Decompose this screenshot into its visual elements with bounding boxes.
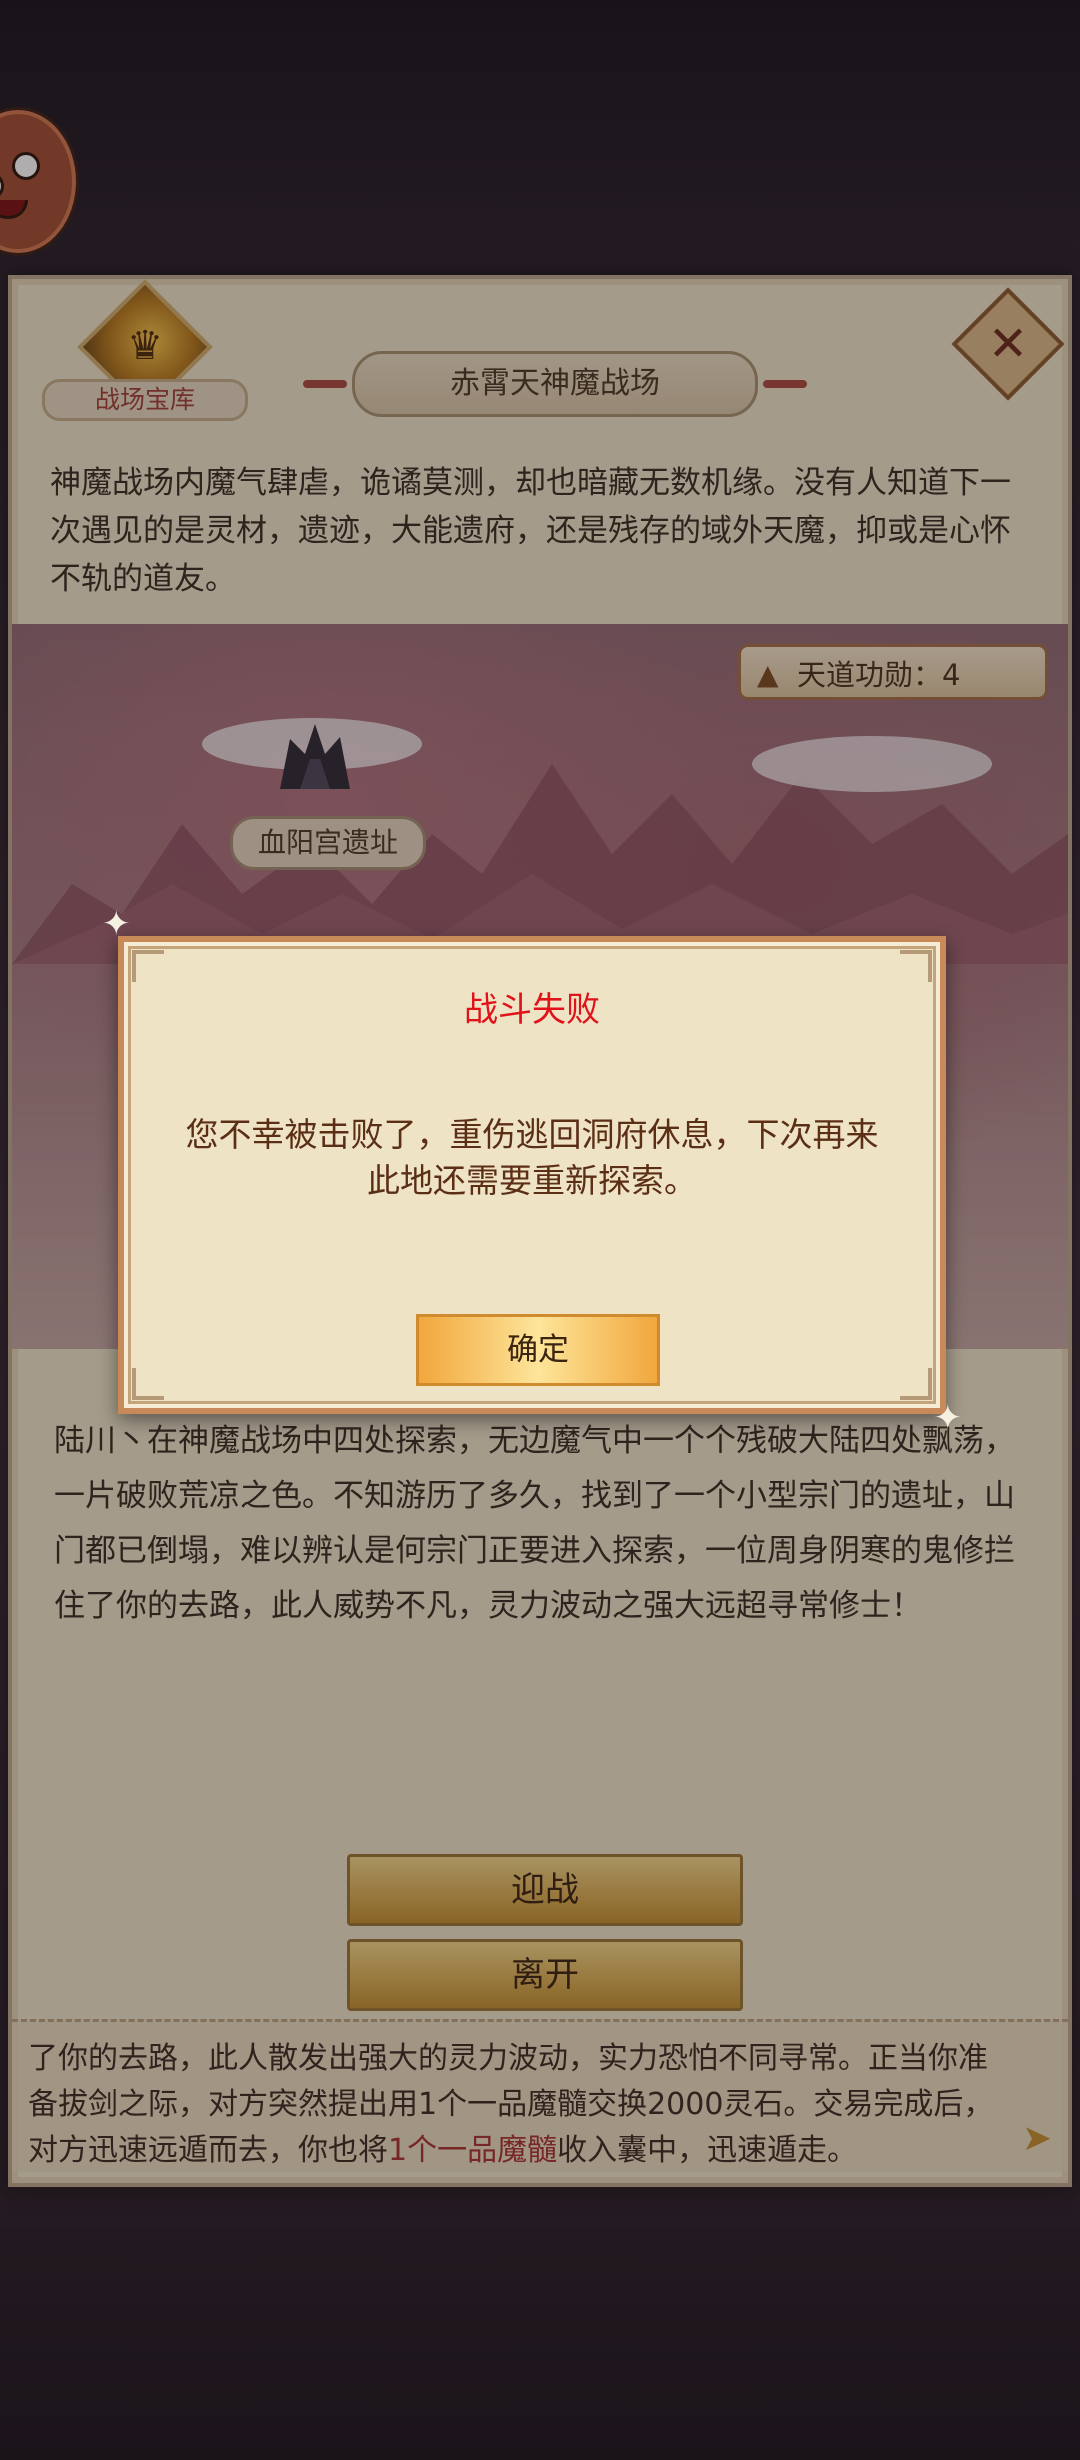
battle-result-dialog: 战斗失败 您不幸被击败了，重伤逃回洞府休息，下次再来此地还需要重新探索。 确定 … [102,904,962,1438]
dialog-title: 战斗失败 [464,990,600,1030]
confirm-button[interactable]: 确定 [416,1314,660,1386]
dialog-message: 您不幸被击败了，重伤逃回洞府休息，下次再来此地还需要重新探索。 [185,1115,879,1200]
corner-ornament-icon [132,950,164,982]
sparkle-icon: ✦ [102,904,131,944]
sparkle-icon: ✦ [933,1398,963,1438]
corner-ornament-icon [900,1368,932,1400]
corner-ornament-icon [900,950,932,982]
corner-ornament-icon [132,1368,164,1400]
